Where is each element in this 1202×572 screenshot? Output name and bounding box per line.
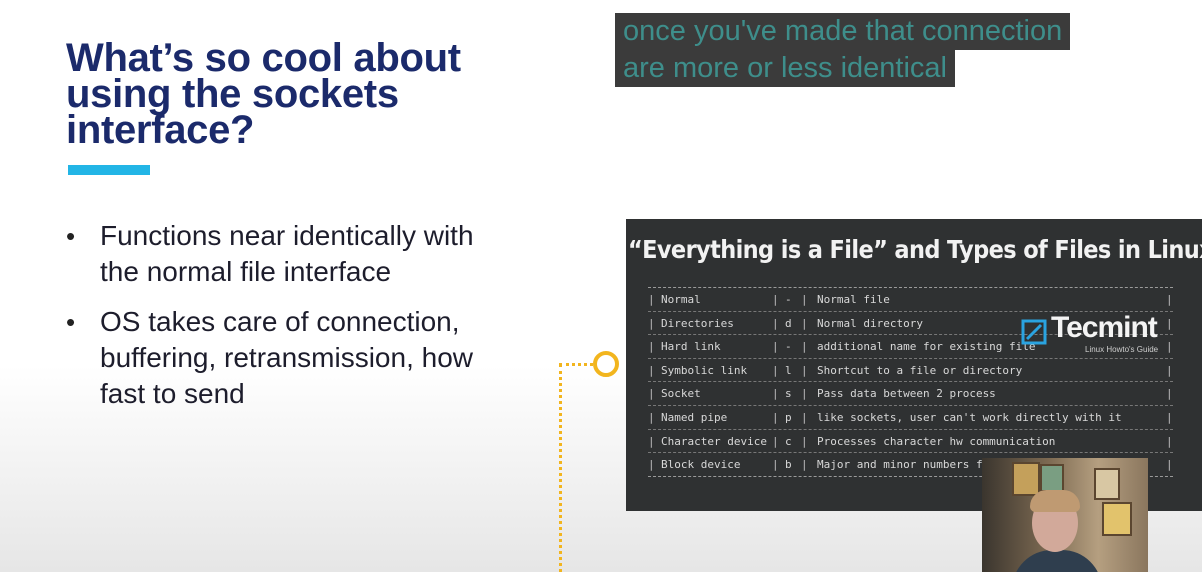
bullet-item: • Functions near identically with the no… [66,218,546,290]
logo-tagline: Linux Howto's Guide [1085,345,1159,354]
file-type-description: Shortcut to a file or directory [817,363,1023,377]
bullet-dot: • [66,307,76,337]
bullet-text-line: buffering, retransmission, how [100,342,473,373]
file-type-symbol: d [785,316,792,330]
dotted-connector-vertical [559,364,562,572]
bullet-list: • Functions near identically with the no… [66,218,546,426]
file-type-symbol: - [785,340,792,354]
image-title: “Everything is a File” and Types of File… [628,235,1202,264]
file-type-symbol: l [785,363,792,377]
file-type-name: Character device [661,434,767,448]
bullet-text-line: fast to send [100,378,245,409]
slide-title: What’s so cool about using the sockets i… [66,36,586,152]
file-type-name: Directories [661,316,734,330]
table-row: | Symbolic link | l | Shortcut to a file or d… [648,359,1173,383]
slide-title-line: What’s so cool about [66,36,461,80]
table-row: | Named pipe | p | like sockets, user can't w… [648,406,1173,430]
table-row: | Character device | c | Processes character … [648,430,1173,454]
file-type-name: Block device [661,458,741,472]
slide-title-line: interface? [66,108,255,152]
file-type-symbol: s [785,387,792,401]
caption-line: once you've made that connection [615,13,1071,50]
dotted-connector-horizontal [559,363,593,366]
bullet-text-line: the normal file interface [100,256,392,287]
file-type-description: Normal file [817,293,890,306]
logo-text: Tecmint [1051,311,1158,344]
table-row: | Socket | s | Pass data between 2 process | [648,382,1173,406]
connector-circle-node [593,351,619,377]
bullet-text-line: OS takes care of connection, [100,306,460,337]
bullet-dot: • [66,221,76,251]
wall-frame [1102,502,1132,536]
title-accent-bar [68,165,150,175]
file-type-symbol: - [785,293,792,306]
file-type-description: like sockets, user can't work directly w… [817,410,1122,424]
file-type-description: Major and minor numbers fo [817,458,990,472]
file-type-symbol: c [785,434,792,448]
presenter-hair [1030,490,1080,512]
bullet-text-line: Functions near identically with [100,220,474,251]
file-type-symbol: b [785,458,792,472]
presenter-webcam [982,458,1148,572]
file-type-name: Hard link [661,340,721,354]
file-type-description: Processes character hw communication [817,434,1056,448]
file-type-symbol: p [785,410,792,424]
file-type-name: Symbolic link [661,363,748,377]
wall-frame [1094,468,1120,500]
presentation-slide: What’s so cool about using the sockets i… [0,0,1202,572]
caption-line: are more or less identical [615,50,955,87]
file-type-name: Named pipe [661,410,728,424]
wall-frame [1040,464,1064,492]
bullet-item: • OS takes care of connection, buffering… [66,304,546,412]
table-row: | Normal | - | Normal file | [648,288,1173,312]
video-caption: once you've made that connection are mor… [615,13,1071,87]
file-type-name: Socket [661,387,701,401]
file-type-description: additional name for existing file [817,340,1036,354]
file-type-name: Normal [661,293,701,306]
file-type-description: Normal directory [817,316,923,330]
tecmint-logo-icon [1021,319,1047,345]
slide-title-line: using the sockets [66,72,399,116]
file-type-description: Pass data between 2 process [817,387,996,401]
wall-frame [1012,462,1040,496]
presenter-body [1012,550,1102,572]
